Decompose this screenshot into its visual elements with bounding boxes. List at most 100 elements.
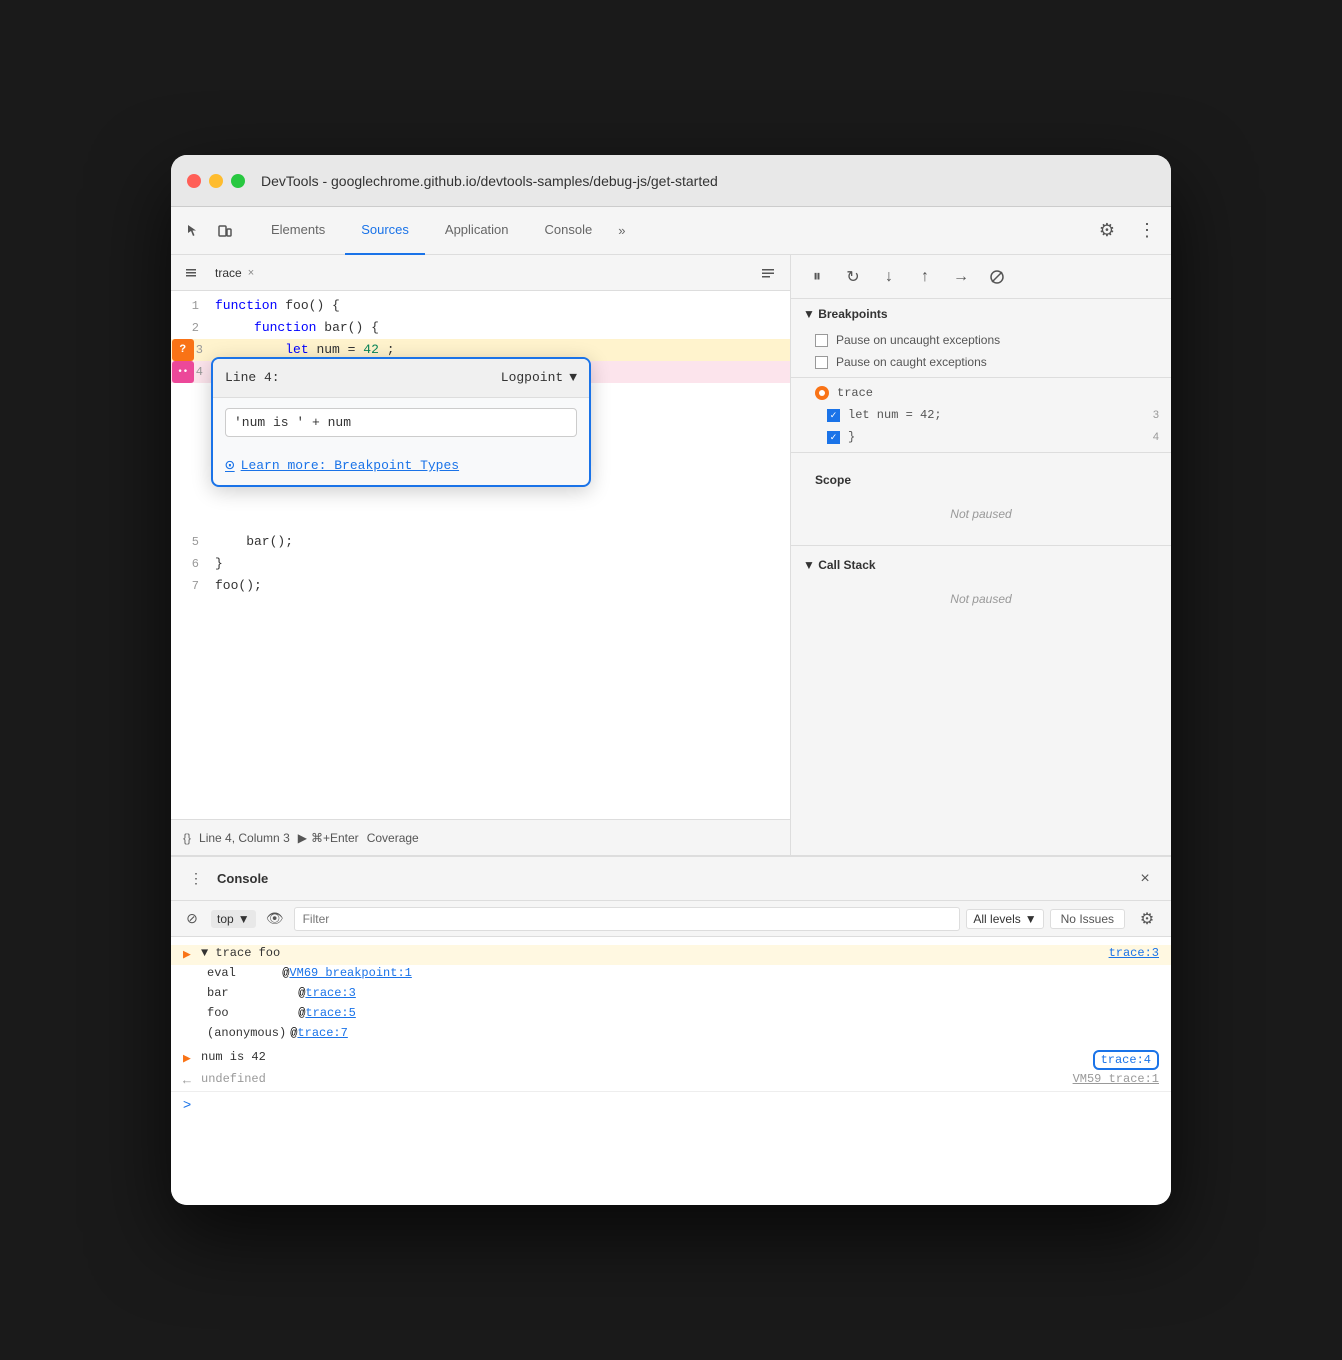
line-num-2: 2 bbox=[171, 317, 207, 339]
context-chevron-icon: ▼ bbox=[238, 912, 250, 926]
logpoint-type-dropdown[interactable]: Logpoint ▼ bbox=[501, 367, 577, 389]
bar-at: @ bbox=[277, 986, 306, 1000]
step-out-button[interactable]: ↑ bbox=[911, 263, 939, 291]
console-no-issues-button[interactable]: No Issues bbox=[1050, 909, 1125, 929]
bp-trace-dot bbox=[819, 390, 825, 396]
bp-uncaught-checkbox[interactable] bbox=[815, 334, 828, 347]
console-settings-icon[interactable]: ⚙ bbox=[1131, 903, 1163, 935]
line-num-7: 7 bbox=[171, 575, 207, 597]
tab-more[interactable]: » bbox=[612, 215, 631, 246]
console-levels-select[interactable]: All levels ▼ bbox=[966, 909, 1043, 929]
code-editor[interactable]: 1 function foo() { 2 function bar() { bbox=[171, 291, 790, 819]
vm59-link[interactable]: VM59 trace:1 bbox=[1073, 1072, 1159, 1086]
line-num-1: 1 bbox=[171, 295, 207, 317]
console-context-select[interactable]: top ▼ bbox=[211, 910, 256, 928]
console-result-text: num is 42 bbox=[201, 1050, 266, 1064]
console-filter-input[interactable] bbox=[294, 907, 961, 931]
bp-let-checkbox[interactable] bbox=[827, 409, 840, 422]
learn-more-link[interactable]: ⊙ Learn more: Breakpoint Types bbox=[213, 447, 589, 485]
navigator-toggle-icon[interactable] bbox=[179, 261, 203, 285]
scope-section: Scope Not paused bbox=[791, 457, 1171, 541]
line-column-info: Line 4, Column 3 bbox=[199, 831, 290, 845]
file-tab-trace[interactable]: trace × bbox=[203, 255, 266, 291]
callstack-header[interactable]: ▼ Call Stack bbox=[791, 550, 1171, 580]
anon-at: @ bbox=[290, 1026, 297, 1040]
console-input[interactable] bbox=[199, 1097, 1159, 1112]
file-tab-close-icon[interactable]: × bbox=[248, 267, 254, 279]
bar-link[interactable]: trace:3 bbox=[305, 986, 355, 1000]
bp-brace-checkbox[interactable] bbox=[827, 431, 840, 444]
console-eye-icon[interactable]: 👁 bbox=[262, 906, 288, 932]
console-group-row: ▶ ▼ trace foo trace:3 bbox=[171, 945, 1171, 965]
tab-sources[interactable]: Sources bbox=[345, 207, 425, 255]
bp-divider bbox=[791, 377, 1171, 378]
bp-caught-checkbox[interactable] bbox=[815, 356, 828, 369]
line-num-6: 6 bbox=[171, 553, 207, 575]
run-icon: ▶ bbox=[298, 831, 307, 845]
bp-let-item: let num = 42; 3 bbox=[803, 404, 1171, 426]
line-num-3: ? 3 bbox=[171, 339, 207, 361]
console-input-row: > bbox=[171, 1091, 1171, 1116]
eval-at: @ bbox=[268, 966, 290, 980]
step-over-button[interactable]: ↻ bbox=[839, 263, 867, 291]
console-result-row: ▶ num is 42 trace:4 bbox=[171, 1049, 1171, 1071]
code-line-7: 7 foo(); bbox=[171, 575, 790, 597]
callstack-divider bbox=[791, 545, 1171, 546]
inspect-icon[interactable] bbox=[179, 217, 207, 245]
console-result-icon: ▶ bbox=[183, 1050, 201, 1066]
console-toolbar: ⊘ top ▼ 👁 All levels ▼ No Issues ⚙ bbox=[171, 901, 1171, 937]
breakpoint-badge-3[interactable]: ? bbox=[172, 339, 194, 361]
console-group-text: ▼ trace foo bbox=[201, 946, 280, 960]
bp-brace-item: } 4 bbox=[803, 426, 1171, 448]
code-line-6: 6 } bbox=[171, 553, 790, 575]
foo-at: @ bbox=[277, 1006, 306, 1020]
console-title: Console bbox=[217, 871, 268, 886]
tab-bar-icons bbox=[179, 217, 239, 245]
device-mode-icon[interactable] bbox=[211, 217, 239, 245]
tab-application[interactable]: Application bbox=[429, 207, 525, 255]
anon-link[interactable]: trace:7 bbox=[297, 1026, 347, 1040]
foo-link[interactable]: trace:5 bbox=[305, 1006, 355, 1020]
more-options-icon[interactable]: ⋮ bbox=[1131, 215, 1163, 247]
file-tab-right bbox=[754, 259, 782, 287]
step-button[interactable]: → bbox=[947, 263, 975, 291]
deactivate-breakpoints-button[interactable] bbox=[983, 263, 1011, 291]
bp-trace-name: trace bbox=[837, 386, 1159, 400]
devtools-window: DevTools - googlechrome.github.io/devtoo… bbox=[171, 155, 1171, 1205]
breakpoints-section: ▼ Breakpoints Pause on uncaught exceptio… bbox=[791, 299, 1171, 457]
bp-pause-uncaught: Pause on uncaught exceptions bbox=[791, 329, 1171, 351]
tab-bar: Elements Sources Application Console » ⚙… bbox=[171, 207, 1171, 255]
file-tab-search-icon[interactable] bbox=[754, 259, 782, 287]
levels-chevron-icon: ▼ bbox=[1025, 912, 1037, 926]
tab-console[interactable]: Console bbox=[529, 207, 609, 255]
status-bar: {} Line 4, Column 3 ▶ ⌘+Enter Coverage bbox=[171, 819, 790, 855]
maximize-window-button[interactable] bbox=[231, 174, 245, 188]
console-drawer-toggle[interactable]: ⋮ bbox=[183, 866, 209, 892]
trace-3-link[interactable]: trace:3 bbox=[1109, 946, 1159, 960]
run-snippet-button[interactable]: ▶ ⌘+Enter bbox=[298, 831, 359, 845]
breakpoints-header[interactable]: ▼ Breakpoints bbox=[791, 299, 1171, 329]
logpoint-body bbox=[213, 398, 589, 447]
console-anon-row: (anonymous) @ trace:7 bbox=[195, 1025, 1171, 1045]
file-tab-name: trace bbox=[215, 266, 242, 280]
trace-4-badge[interactable]: trace:4 bbox=[1093, 1050, 1159, 1070]
code-line-2: 2 function bar() { bbox=[171, 317, 790, 339]
console-clear-icon[interactable]: ⊘ bbox=[179, 906, 205, 932]
minimize-window-button[interactable] bbox=[209, 174, 223, 188]
scope-divider bbox=[791, 452, 1171, 453]
eval-link[interactable]: VM69 breakpoint:1 bbox=[289, 966, 411, 980]
logpoint-input[interactable] bbox=[225, 408, 577, 437]
console-foo-row: foo @ trace:5 bbox=[195, 1005, 1171, 1025]
step-into-button[interactable]: ↓ bbox=[875, 263, 903, 291]
console-undefined-icon: ← bbox=[183, 1072, 201, 1088]
logpoint-title: Line 4: bbox=[225, 367, 280, 389]
console-close-button[interactable]: × bbox=[1131, 865, 1159, 893]
pause-button[interactable]: ⏸ bbox=[803, 263, 831, 291]
console-section: ⋮ Console × ⊘ top ▼ 👁 All levels ▼ No Is… bbox=[171, 855, 1171, 1205]
close-window-button[interactable] bbox=[187, 174, 201, 188]
settings-icon[interactable]: ⚙ bbox=[1091, 215, 1123, 247]
logpoint-badge-4[interactable]: •• bbox=[172, 361, 194, 383]
scope-header[interactable]: Scope bbox=[803, 465, 1159, 495]
tab-elements[interactable]: Elements bbox=[255, 207, 341, 255]
debug-toolbar: ⏸ ↻ ↓ ↑ → bbox=[791, 255, 1171, 299]
